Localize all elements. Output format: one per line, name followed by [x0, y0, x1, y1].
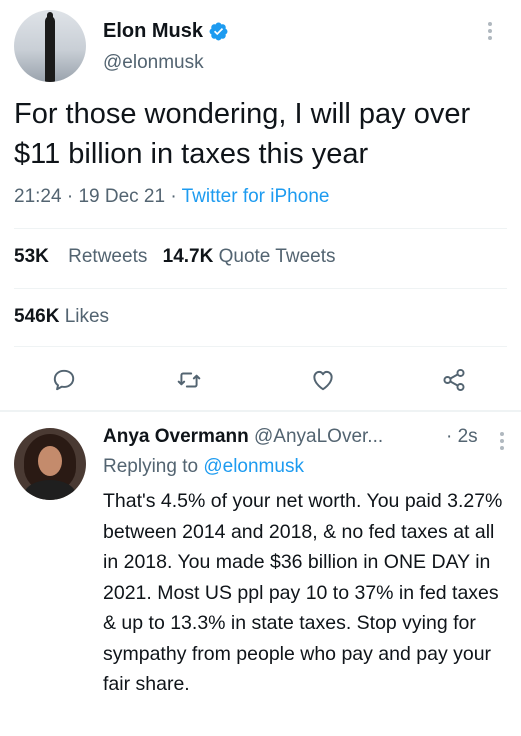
tweet-time[interactable]: 21:24	[14, 186, 62, 207]
share-icon	[443, 368, 465, 392]
reply-text: That's 4.5% of your net worth. You paid …	[103, 490, 503, 695]
rocket-image-body	[45, 16, 55, 82]
avatar-face	[38, 446, 62, 476]
author-handle[interactable]: @elonmusk	[103, 52, 204, 74]
reply-icon	[53, 369, 75, 391]
share-button[interactable]	[438, 364, 470, 396]
meta-separator: ·	[66, 186, 74, 207]
meta-separator: ·	[170, 186, 177, 207]
replying-to-label: Replying to	[103, 456, 199, 477]
more-options-icon[interactable]	[485, 20, 495, 42]
reply-header: Anya Overmann @AnyaLOver...	[103, 426, 383, 448]
action-bar	[0, 360, 521, 400]
likes-row: 546K Likes	[14, 306, 109, 328]
reply-tweet[interactable]: Anya Overmann @AnyaLOver... · 2s Replyin…	[0, 412, 521, 736]
replying-to: Replying to @elonmusk	[103, 456, 304, 478]
reply-avatar[interactable]	[14, 428, 86, 500]
tweet-date[interactable]: 19 Dec 21	[78, 186, 165, 207]
reply-time[interactable]: 2s	[458, 426, 478, 447]
like-icon	[313, 370, 333, 391]
tweet-text: For those wondering, I will pay over $11…	[14, 98, 471, 170]
reply-time-separator: ·	[446, 426, 453, 447]
retweets-count[interactable]: 53K	[14, 246, 49, 267]
likes-label[interactable]: Likes	[65, 306, 109, 327]
tweet-meta: 21:24 · 19 Dec 21 · Twitter for iPhone	[14, 186, 329, 208]
divider	[14, 288, 507, 289]
reply-button[interactable]	[48, 364, 80, 396]
retweets-label[interactable]: Retweets	[68, 246, 147, 267]
reply-author-name[interactable]: Anya Overmann	[103, 426, 249, 447]
stats-row: 53K Retweets 14.7K Quote Tweets	[14, 246, 336, 268]
likes-count[interactable]: 546K	[14, 306, 59, 327]
quote-tweets-count[interactable]: 14.7K	[163, 246, 214, 267]
main-tweet: Elon Musk @elonmusk For those wondering,…	[0, 0, 521, 410]
author-name[interactable]: Elon Musk	[103, 20, 203, 43]
divider	[14, 346, 507, 347]
retweet-button[interactable]	[173, 364, 205, 396]
author-name-row: Elon Musk	[103, 19, 229, 43]
retweet-icon	[177, 372, 201, 388]
quote-tweets-label[interactable]: Quote Tweets	[219, 246, 336, 267]
replying-to-mention[interactable]: @elonmusk	[203, 456, 304, 477]
more-options-icon[interactable]	[497, 430, 507, 452]
reply-time-row: · 2s	[446, 426, 478, 448]
like-button[interactable]	[307, 364, 339, 396]
tweet-source[interactable]: Twitter for iPhone	[182, 186, 330, 207]
divider	[14, 228, 507, 229]
avatar[interactable]	[14, 10, 86, 82]
verified-badge-icon	[209, 22, 228, 40]
reply-author-handle[interactable]: @AnyaLOver...	[254, 426, 383, 447]
